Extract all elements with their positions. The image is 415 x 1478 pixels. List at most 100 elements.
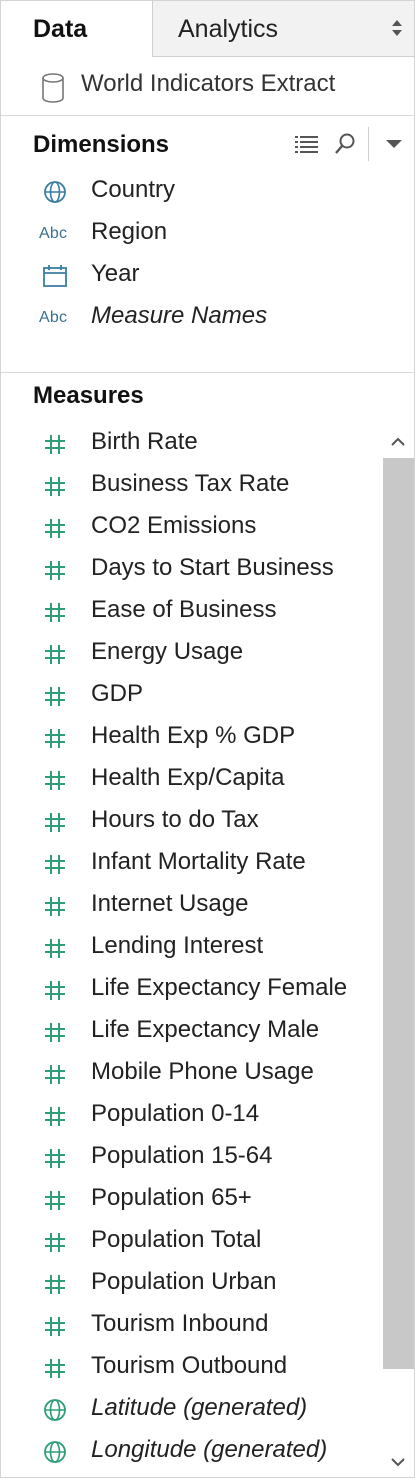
hash-icon — [45, 771, 65, 790]
measure-field[interactable]: Longitude (generated) — [1, 1431, 381, 1473]
measure-field[interactable]: Birth Rate — [1, 423, 381, 465]
chevron-down-icon[interactable] — [385, 138, 403, 150]
divider — [1, 115, 414, 116]
measure-field[interactable]: Population 0-14 — [1, 1095, 381, 1137]
measure-field[interactable]: Latitude (generated) — [1, 1389, 381, 1431]
field-label: Health Exp % GDP — [91, 722, 296, 749]
field-label: Hours to do Tax — [91, 806, 259, 833]
field-label: Life Expectancy Male — [91, 1016, 320, 1043]
dimension-region[interactable]: Abc Region — [1, 213, 381, 255]
scroll-down-icon[interactable] — [387, 1451, 409, 1473]
field-label: Population Urban — [91, 1268, 277, 1295]
datasource-name: World Indicators Extract — [81, 70, 336, 97]
field-label: Internet Usage — [91, 890, 249, 917]
abc-icon: Abc — [39, 309, 68, 326]
field-label: Mobile Phone Usage — [91, 1058, 314, 1085]
field-label: Latitude (generated) — [91, 1394, 308, 1421]
measure-field[interactable]: Hours to do Tax — [1, 801, 381, 843]
measure-field[interactable]: Life Expectancy Female — [1, 969, 381, 1011]
field-label: Region — [91, 218, 168, 245]
calendar-icon — [43, 265, 67, 287]
dimension-country[interactable]: Country — [1, 171, 381, 213]
datasource-row[interactable]: World Indicators Extract — [1, 58, 414, 115]
globe-icon — [44, 1441, 66, 1463]
hash-icon — [45, 435, 65, 454]
tab-analytics[interactable]: Analytics — [152, 1, 414, 57]
field-label: Ease of Business — [91, 596, 277, 623]
dimensions-title: Dimensions — [33, 131, 170, 158]
measure-field[interactable]: Mobile Phone Usage — [1, 1053, 381, 1095]
field-label: Life Expectancy Female — [91, 974, 348, 1001]
tab-data[interactable]: Data — [1, 1, 151, 57]
measure-field[interactable]: Business Tax Rate — [1, 465, 381, 507]
list-view-icon[interactable] — [294, 134, 320, 154]
field-label: GDP — [91, 680, 144, 707]
measure-field[interactable]: Lending Interest — [1, 927, 381, 969]
measure-field[interactable]: Tourism Inbound — [1, 1305, 381, 1347]
database-icon — [42, 73, 64, 103]
hash-icon — [45, 1149, 65, 1168]
measure-field[interactable]: Population Urban — [1, 1263, 381, 1305]
hash-icon — [45, 519, 65, 538]
scroll-up-icon[interactable] — [387, 431, 409, 453]
data-pane: Data Analytics World Indicators Extract … — [0, 0, 415, 1478]
globe-icon — [44, 181, 66, 203]
search-icon[interactable] — [333, 132, 357, 156]
measure-field[interactable]: Population 65+ — [1, 1179, 381, 1221]
measure-field[interactable]: CO2 Emissions — [1, 507, 381, 549]
hash-icon — [45, 1107, 65, 1126]
field-label: Lending Interest — [91, 932, 264, 959]
measure-field[interactable]: Tourism Outbound — [1, 1347, 381, 1389]
measure-field[interactable]: GDP — [1, 675, 381, 717]
hash-icon — [45, 1023, 65, 1042]
measure-field[interactable]: Health Exp/Capita — [1, 759, 381, 801]
hash-icon — [45, 939, 65, 958]
hash-icon — [45, 561, 65, 580]
toolbar-divider — [368, 127, 369, 161]
measure-field[interactable]: Internet Usage — [1, 885, 381, 927]
measure-field[interactable]: Ease of Business — [1, 591, 381, 633]
globe-icon — [44, 1399, 66, 1421]
tab-analytics-label: Analytics — [178, 15, 279, 43]
measure-field[interactable]: Life Expectancy Male — [1, 1011, 381, 1053]
field-label: Birth Rate — [91, 428, 198, 455]
field-label: Population Total — [91, 1226, 262, 1253]
field-label: Tourism Inbound — [91, 1310, 269, 1337]
measure-field[interactable]: Population Total — [1, 1221, 381, 1263]
pane-tabs: Data Analytics — [1, 1, 414, 57]
hash-icon — [45, 1233, 65, 1252]
measure-field[interactable]: Health Exp % GDP — [1, 717, 381, 759]
field-label: Year — [91, 260, 140, 287]
field-label: Country — [91, 176, 176, 203]
field-label: Energy Usage — [91, 638, 244, 665]
measure-field[interactable]: Population 15-64 — [1, 1137, 381, 1179]
field-label: Days to Start Business — [91, 554, 334, 581]
field-label: Business Tax Rate — [91, 470, 290, 497]
hash-icon — [45, 1191, 65, 1210]
field-label: CO2 Emissions — [91, 512, 257, 539]
hash-icon — [45, 687, 65, 706]
field-label: Measure Names — [91, 302, 268, 329]
scrollbar-thumb[interactable] — [383, 458, 414, 1369]
dimension-year[interactable]: Year — [1, 255, 381, 297]
abc-icon: Abc — [39, 225, 68, 242]
measure-field[interactable]: Infant Mortality Rate — [1, 843, 381, 885]
tab-data-label: Data — [33, 15, 88, 43]
hash-icon — [45, 1317, 65, 1336]
hash-icon — [45, 1065, 65, 1084]
measure-field[interactable]: Energy Usage — [1, 633, 381, 675]
measures-title: Measures — [33, 382, 144, 409]
dimension-measure-names[interactable]: Abc Measure Names — [1, 297, 381, 339]
measure-field[interactable]: Days to Start Business — [1, 549, 381, 591]
hash-icon — [45, 981, 65, 1000]
field-label: Population 65+ — [91, 1184, 252, 1211]
hash-icon — [45, 1275, 65, 1294]
hash-icon — [45, 645, 65, 664]
field-label: Infant Mortality Rate — [91, 848, 306, 875]
hash-icon — [45, 813, 65, 832]
up-down-arrows-icon[interactable] — [391, 18, 403, 38]
field-label: Tourism Outbound — [91, 1352, 288, 1379]
field-label: Health Exp/Capita — [91, 764, 285, 791]
field-label: Population 15-64 — [91, 1142, 273, 1169]
hash-icon — [45, 729, 65, 748]
